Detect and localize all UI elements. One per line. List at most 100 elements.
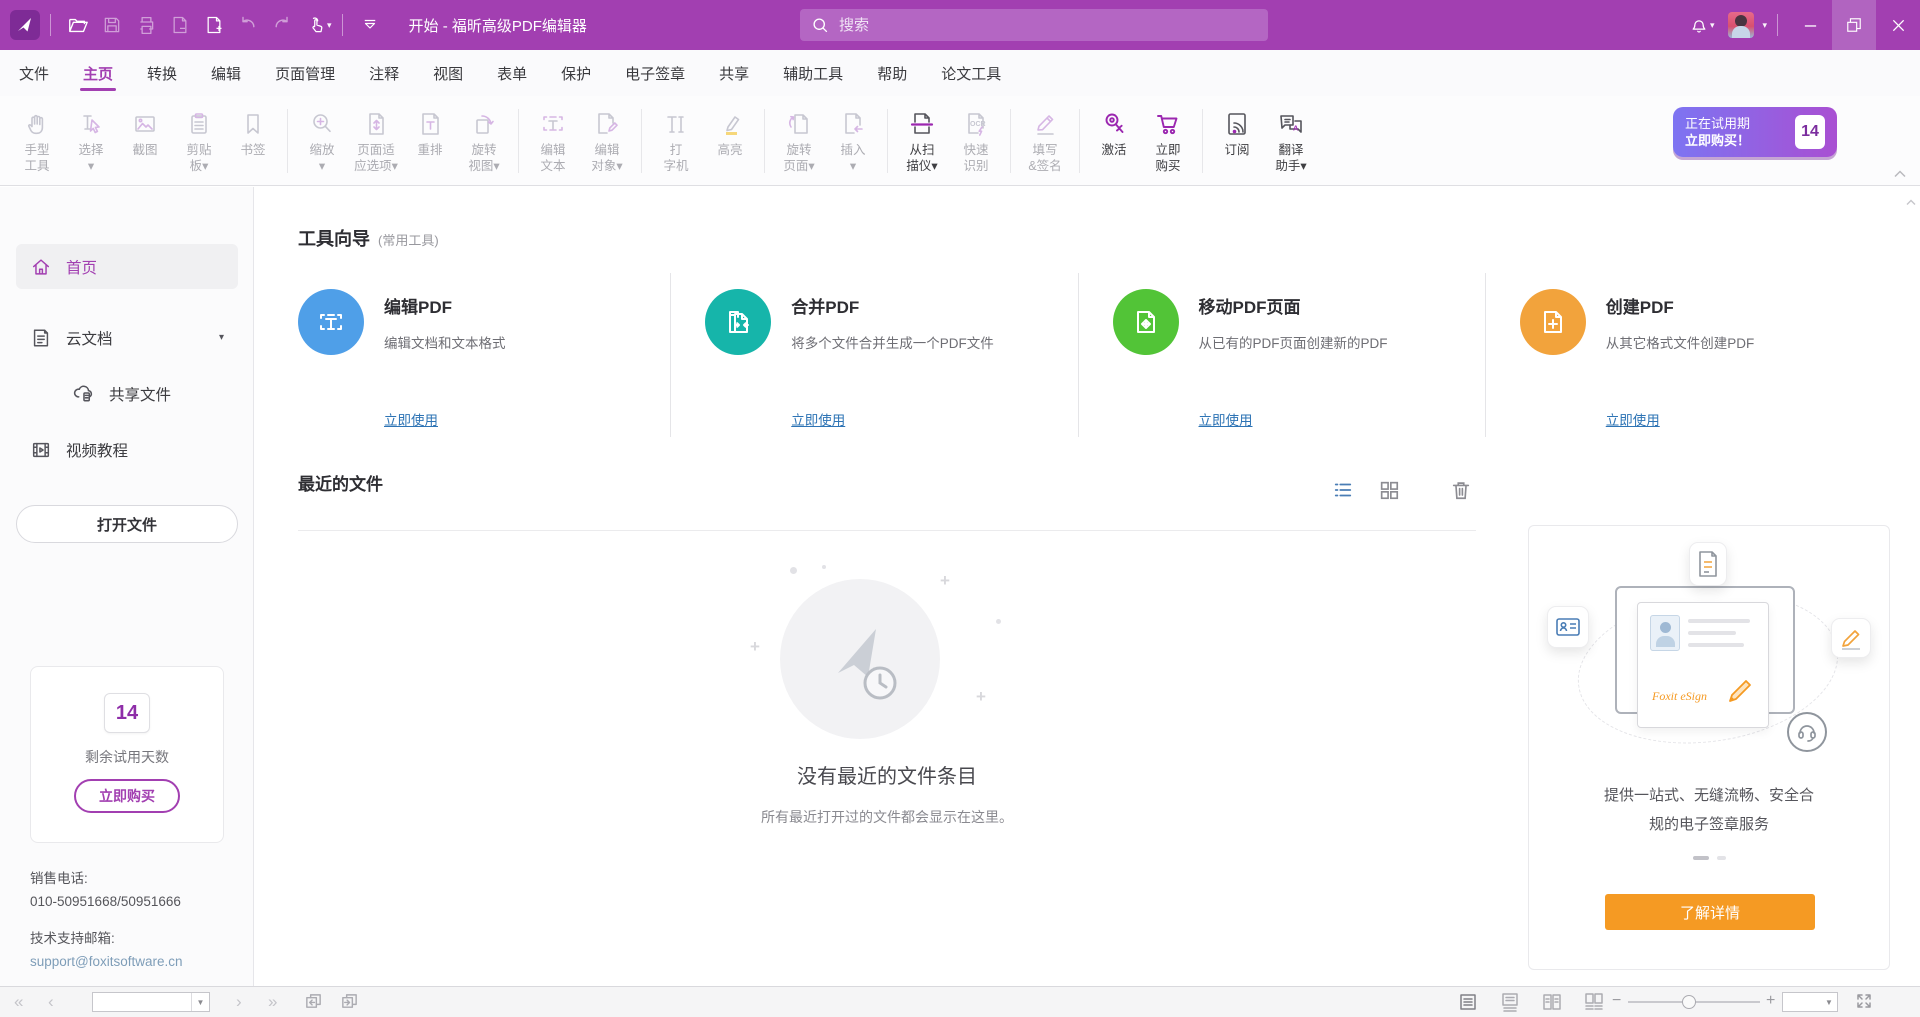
card-create-pdf[interactable]: 创建PDF 从其它格式文件创建PDF 立即使用 — [1485, 273, 1892, 437]
carousel-dots[interactable] — [1529, 856, 1889, 860]
new-page-icon[interactable] — [197, 7, 231, 43]
card-edit-pdf[interactable]: 编辑PDF 编辑文档和文本格式 立即使用 — [298, 273, 670, 437]
edit-object-button[interactable]: 编辑对象▾ — [580, 103, 634, 179]
menu-edit[interactable]: 编辑 — [194, 50, 258, 96]
support-email-link[interactable]: support@foxitsoftware.cn — [30, 950, 183, 973]
account-caret-icon[interactable]: ▾ — [1762, 20, 1767, 31]
snapshot-button[interactable]: 截图 — [118, 103, 172, 179]
previous-view-icon[interactable] — [304, 992, 323, 1011]
facing-view-icon[interactable] — [1542, 992, 1562, 1012]
menu-home[interactable]: 主页 — [66, 50, 130, 96]
menu-file[interactable]: 文件 — [2, 50, 66, 96]
hand-tool-button[interactable]: 手型工具 — [10, 103, 64, 179]
save-icon[interactable] — [95, 7, 129, 43]
last-page-icon[interactable]: » — [268, 992, 277, 1012]
first-page-icon[interactable]: « — [14, 992, 23, 1012]
zoom-out-icon[interactable]: − — [1612, 991, 1621, 1011]
card-description: 将多个文件合并生成一个PDF文件 — [791, 332, 1077, 352]
continuous-view-icon[interactable] — [1500, 992, 1520, 1012]
clipboard-button[interactable]: 剪贴板▾ — [172, 103, 226, 179]
buy-now-button[interactable]: 立即购买 — [1141, 103, 1195, 179]
translate-assistant-button[interactable]: A 翻译助手▾ — [1264, 103, 1318, 179]
trial-period-badge[interactable]: 正在试用期 立即购买！ 14 — [1673, 107, 1837, 157]
zoom-slider-thumb[interactable] — [1682, 995, 1696, 1009]
fit-options-button[interactable]: 页面适应选项▾ — [349, 103, 403, 179]
menu-protect[interactable]: 保护 — [544, 50, 608, 96]
notifications-caret-icon[interactable]: ▾ — [1710, 20, 1715, 31]
menu-form[interactable]: 表单 — [480, 50, 544, 96]
menu-paper-tools[interactable]: 论文工具 — [924, 50, 1018, 96]
buy-now-pill-button[interactable]: 立即购买 — [74, 779, 180, 813]
use-now-link[interactable]: 立即使用 — [1199, 409, 1253, 429]
sidebar-item-video-tutorials[interactable]: 视频教程 — [16, 427, 238, 472]
previous-page-icon[interactable]: ‹ — [48, 992, 54, 1012]
use-now-link[interactable]: 立即使用 — [384, 409, 438, 429]
page-number-box[interactable]: ▼ — [92, 992, 210, 1012]
card-move-pdf-pages[interactable]: 移动PDF页面 从已有的PDF页面创建新的PDF 立即使用 — [1078, 273, 1485, 437]
search-bar[interactable] — [800, 9, 1268, 41]
next-page-icon[interactable]: › — [236, 992, 242, 1012]
trash-icon[interactable] — [1450, 479, 1472, 501]
user-avatar[interactable] — [1728, 12, 1754, 38]
restore-button[interactable] — [1832, 0, 1876, 50]
activate-button[interactable]: 激活 — [1087, 103, 1141, 179]
edit-text-button[interactable]: 编辑文本 — [526, 103, 580, 179]
menu-convert[interactable]: 转换 — [130, 50, 194, 96]
continuous-facing-view-icon[interactable] — [1584, 992, 1604, 1012]
page-number-caret-icon[interactable]: ▼ — [191, 993, 209, 1011]
use-now-link[interactable]: 立即使用 — [1606, 409, 1660, 429]
carousel-dot[interactable] — [1717, 856, 1726, 860]
grid-view-icon[interactable] — [1378, 479, 1400, 501]
rotate-pages-button[interactable]: 旋转页面▾ — [772, 103, 826, 179]
search-input[interactable] — [839, 17, 1219, 34]
open-file-icon[interactable] — [61, 7, 95, 43]
sidebar-item-cloud-documents[interactable]: 云文档 ▾ — [16, 315, 238, 360]
page-number-input[interactable] — [93, 994, 191, 1010]
print-icon[interactable] — [129, 7, 163, 43]
highlight-button[interactable]: 高亮 — [703, 103, 757, 179]
quick-ocr-button[interactable]: OCR 快速识别 — [949, 103, 1003, 179]
menu-share[interactable]: 共享 — [702, 50, 766, 96]
subscribe-button[interactable]: 订阅 — [1210, 103, 1264, 179]
collapse-toolbar-chevron-icon[interactable] — [1894, 165, 1906, 183]
close-button[interactable] — [1876, 0, 1920, 50]
sidebar-item-home[interactable]: 首页 — [16, 244, 238, 289]
typewriter-button[interactable]: 打字机 — [649, 103, 703, 179]
reflow-button[interactable]: 重排 — [403, 103, 457, 179]
menu-esign[interactable]: 电子签章 — [608, 50, 702, 96]
zoom-in-icon[interactable]: + — [1766, 991, 1775, 1011]
collapse-ribbon-icon[interactable] — [353, 7, 387, 43]
learn-more-button[interactable]: 了解详情 — [1605, 894, 1815, 930]
redo-icon[interactable] — [265, 7, 299, 43]
from-scanner-button[interactable]: 从扫描仪▾ — [895, 103, 949, 179]
minimize-button[interactable] — [1788, 0, 1832, 50]
card-merge-pdf[interactable]: 合并PDF 将多个文件合并生成一个PDF文件 立即使用 — [670, 273, 1077, 437]
menu-comment[interactable]: 注释 — [352, 50, 416, 96]
open-file-button[interactable]: 打开文件 — [16, 505, 238, 543]
carousel-dot-active[interactable] — [1693, 856, 1709, 860]
cloud-documents-caret-icon[interactable]: ▾ — [219, 332, 224, 343]
fill-sign-button[interactable]: 填写&签名 — [1018, 103, 1072, 179]
touch-mode-caret-icon[interactable]: ▾ — [327, 20, 332, 31]
list-view-icon[interactable] — [1332, 479, 1354, 501]
menu-view[interactable]: 视图 — [416, 50, 480, 96]
menu-help[interactable]: 帮助 — [860, 50, 924, 96]
menu-page-management[interactable]: 页面管理 — [258, 50, 352, 96]
scrollbar-up-arrow[interactable] — [1906, 193, 1916, 211]
undo-icon[interactable] — [231, 7, 265, 43]
insert-pages-button[interactable]: 插入▾ — [826, 103, 880, 179]
sidebar-item-shared-files[interactable]: 共享文件 — [16, 371, 238, 416]
zoom-button[interactable]: 缩放▾ — [295, 103, 349, 179]
rotate-view-button[interactable]: 旋转视图▾ — [457, 103, 511, 179]
single-page-view-icon[interactable] — [1458, 992, 1478, 1012]
select-tool-button[interactable]: 选择▾ — [64, 103, 118, 179]
bookmark-button[interactable]: 书签 — [226, 103, 280, 179]
fullscreen-icon[interactable] — [1854, 991, 1874, 1011]
use-now-link[interactable]: 立即使用 — [791, 409, 845, 429]
zoom-percent-caret-icon[interactable]: ▼ — [1821, 998, 1837, 1007]
export-page-icon[interactable] — [163, 7, 197, 43]
zoom-percent-box[interactable]: ▼ — [1782, 992, 1838, 1012]
next-view-icon[interactable] — [340, 992, 359, 1011]
menu-accessibility[interactable]: 辅助工具 — [766, 50, 860, 96]
photo-placeholder — [1650, 615, 1680, 651]
